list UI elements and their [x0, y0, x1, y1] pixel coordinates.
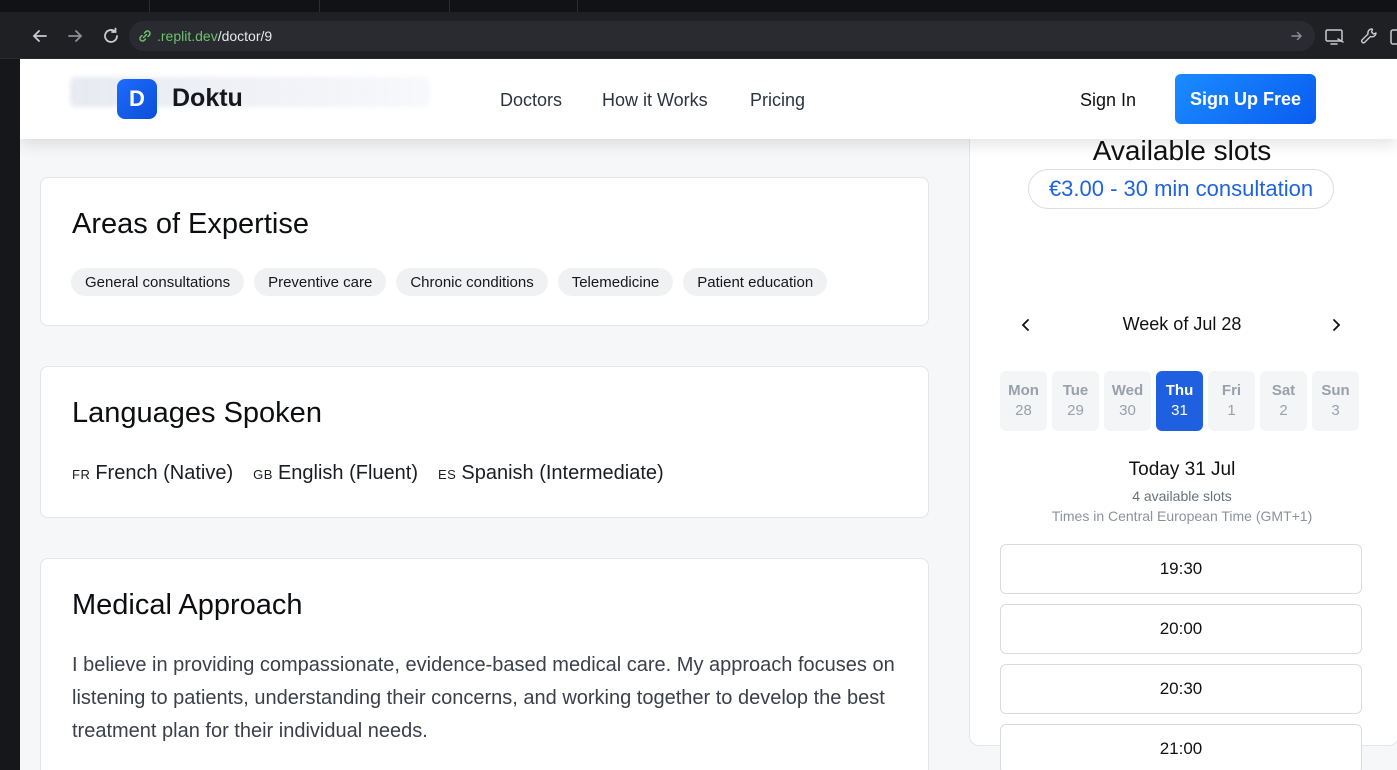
expertise-card: Areas of Expertise General consultations…: [40, 177, 929, 326]
brand-name[interactable]: Doktu: [172, 84, 243, 113]
cast-icon[interactable]: [1324, 26, 1346, 48]
expertise-tags: General consultations Preventive care Ch…: [71, 268, 828, 296]
flag-code: GB: [253, 467, 273, 482]
language-label: French (Native): [95, 462, 234, 484]
day-of-week: Mon: [1008, 382, 1039, 399]
day-thu[interactable]: Thu 31: [1156, 371, 1203, 431]
selected-day-label: Today 31 Jul: [1128, 459, 1236, 480]
browser-tab[interactable]: [320, 0, 450, 12]
week-label: Week of Jul 28: [1122, 314, 1242, 334]
languages-list: FR French (Native) GB English (Fluent) ES S…: [72, 462, 664, 485]
browser-tab[interactable]: [150, 0, 320, 12]
language-item: FR French (Native): [72, 462, 233, 485]
sign-up-button[interactable]: Sign Up Free: [1175, 74, 1316, 124]
browser-toolbar: .replit.dev /doctor/9: [0, 12, 1397, 59]
approach-text: I believe in providing compassionate, ev…: [72, 654, 895, 742]
tab-strip: [0, 0, 1397, 12]
browser-tab[interactable]: [450, 0, 578, 12]
day-date: 3: [1331, 402, 1340, 419]
url-path: /doctor/9: [217, 28, 273, 44]
time-slot-button[interactable]: 20:30: [1000, 664, 1362, 714]
day-tue[interactable]: Tue 29: [1052, 371, 1099, 431]
url-host: .replit.dev: [157, 28, 218, 44]
browser-tab[interactable]: [0, 0, 150, 12]
day-of-week: Sat: [1271, 382, 1296, 399]
go-arrow-icon[interactable]: [1289, 28, 1305, 44]
day-date: 31: [1171, 402, 1188, 419]
day-of-week: Fri: [1221, 382, 1242, 399]
expertise-tag: Telemedicine: [557, 268, 674, 296]
flag-code: ES: [438, 467, 457, 482]
page-viewport: D Doktu Doctors How it Works Pricing Sig…: [20, 59, 1397, 770]
day-date: 28: [1015, 402, 1032, 419]
expertise-tag: General consultations: [71, 268, 245, 296]
day-sat[interactable]: Sat 2: [1260, 371, 1307, 431]
price-badge: €3.00 - 30 min consultation: [1028, 169, 1334, 209]
day-of-week: Tue: [1062, 382, 1089, 399]
slots-title: Available slots: [1092, 135, 1272, 166]
nav-pricing[interactable]: Pricing: [750, 90, 805, 111]
language-label: Spanish (Intermediate): [461, 462, 664, 484]
languages-card: Languages Spoken FR French (Native) GB Eng…: [40, 366, 929, 518]
back-arrow-icon[interactable]: [28, 24, 52, 48]
day-picker: Mon 28 Tue 29 Wed 30 Thu 31 Fri 1 Sat 2 Sun 3: [1000, 371, 1359, 431]
week-navigator: Week of Jul 28: [1014, 313, 1350, 337]
approach-title: Medical Approach: [72, 589, 303, 621]
day-date: 1: [1227, 402, 1236, 419]
extension-icon[interactable]: [1388, 26, 1397, 48]
time-slot-button[interactable]: 20:00: [1000, 604, 1362, 654]
day-fri[interactable]: Fri 1: [1208, 371, 1255, 431]
logo-icon[interactable]: D: [117, 79, 157, 119]
day-of-week: Thu: [1165, 382, 1194, 399]
language-label: English (Fluent): [277, 462, 419, 484]
address-bar[interactable]: .replit.dev /doctor/9: [129, 21, 1315, 51]
day-date: 30: [1119, 402, 1136, 419]
sign-in-link[interactable]: Sign In: [1080, 90, 1136, 111]
expertise-title: Areas of Expertise: [72, 208, 309, 240]
day-date: 2: [1279, 402, 1288, 419]
time-slot-button[interactable]: 19:30: [1000, 544, 1362, 594]
expertise-tag: Preventive care: [254, 268, 387, 296]
booking-panel: Available slots €3.00 - 30 min consultat…: [969, 124, 1397, 770]
tools-icon[interactable]: [1358, 26, 1380, 48]
link-icon: [137, 28, 153, 44]
available-count: 4 available slots: [1132, 488, 1232, 504]
day-of-week: Sun: [1321, 382, 1350, 399]
day-mon[interactable]: Mon 28: [1000, 371, 1047, 431]
day-sun[interactable]: Sun 3: [1312, 371, 1359, 431]
flag-code: FR: [72, 467, 91, 482]
timezone-note: Times in Central European Time (GMT+1): [1051, 508, 1313, 524]
language-item: GB English (Fluent): [253, 462, 418, 485]
side-panel-edge: [0, 59, 20, 770]
time-slot-button[interactable]: 21:00: [1000, 724, 1362, 770]
day-date: 29: [1067, 402, 1084, 419]
forward-arrow-icon[interactable]: [63, 24, 87, 48]
approach-card: Medical Approach I believe in providing …: [40, 558, 929, 770]
expertise-tag: Chronic conditions: [396, 268, 548, 296]
site-header: D Doktu Doctors How it Works Pricing Sig…: [20, 59, 1397, 139]
expertise-tag: Patient education: [683, 268, 828, 296]
day-of-week: Wed: [1111, 382, 1144, 399]
language-item: ES Spanish (Intermediate): [438, 462, 664, 485]
chevron-right-icon[interactable]: [1324, 313, 1348, 337]
languages-title: Languages Spoken: [72, 397, 322, 429]
reload-icon[interactable]: [99, 24, 123, 48]
nav-doctors[interactable]: Doctors: [500, 90, 562, 111]
nav-how-it-works[interactable]: How it Works: [602, 90, 708, 111]
day-wed[interactable]: Wed 30: [1104, 371, 1151, 431]
